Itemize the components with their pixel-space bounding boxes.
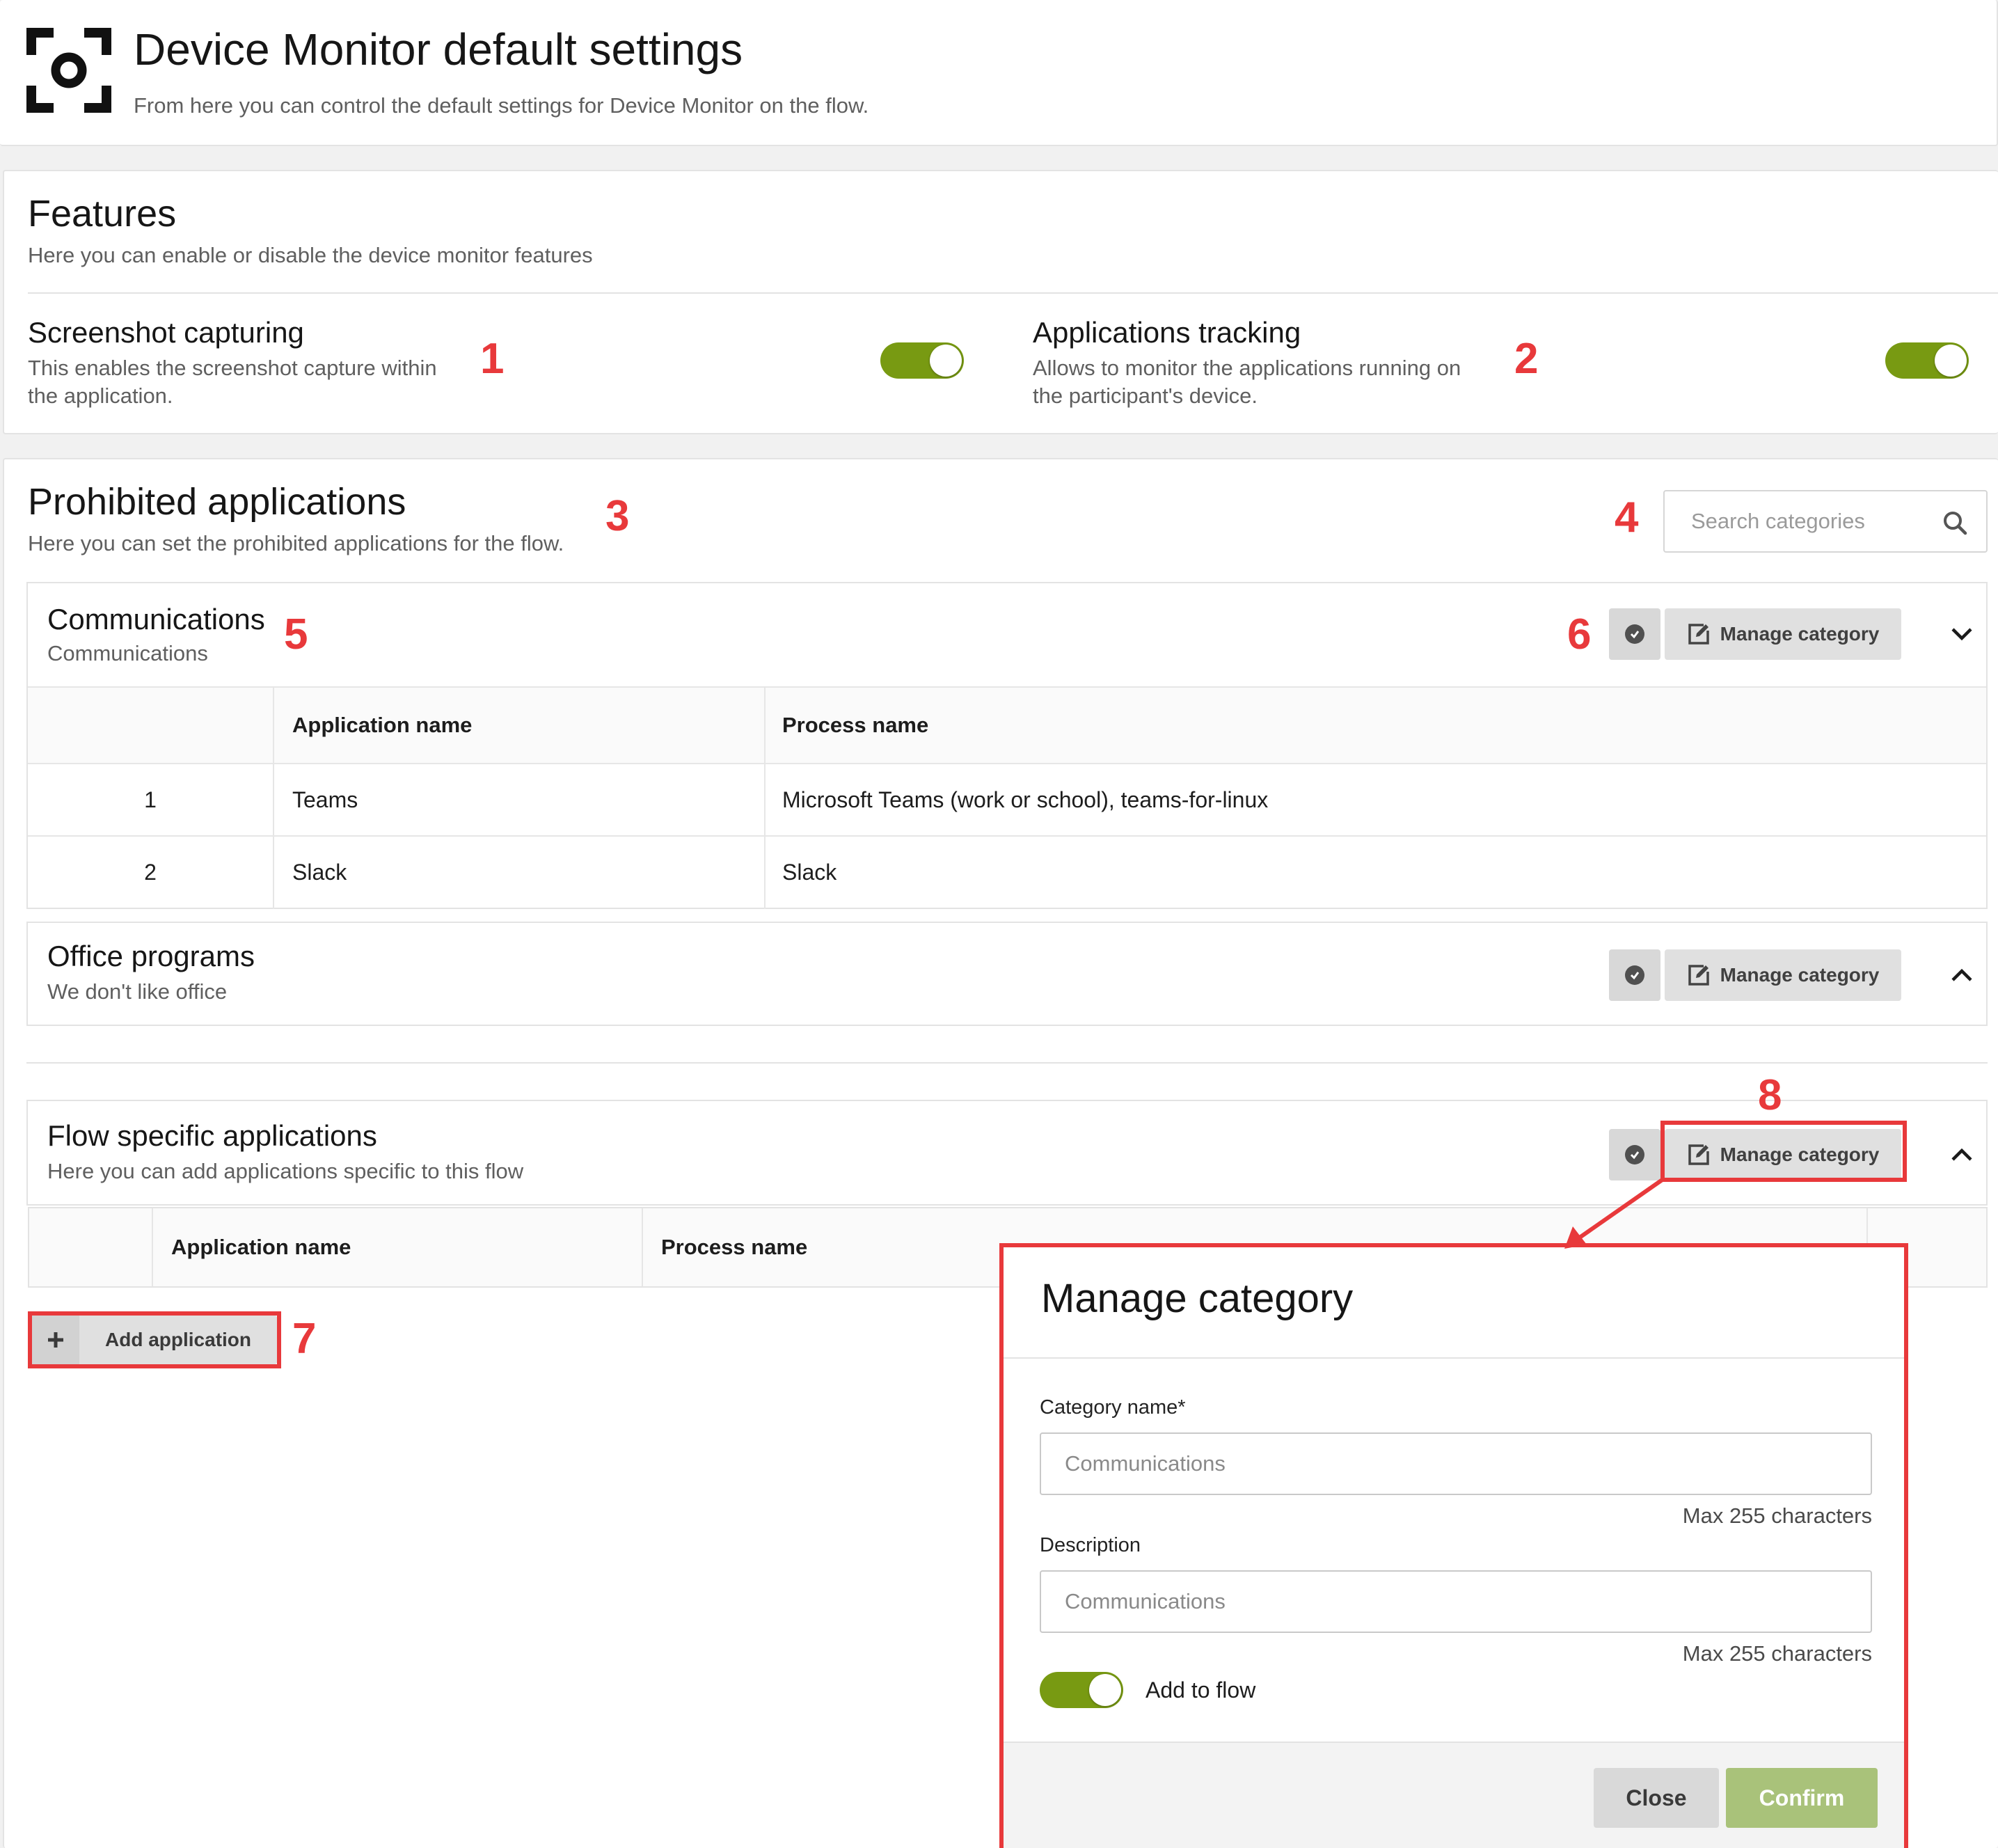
features-subtitle: Here you can enable or disable the devic… (28, 243, 593, 267)
chevron-up-icon (1951, 968, 1972, 981)
apps-tracking-title: Applications tracking (1033, 316, 1301, 349)
activate-category-button[interactable] (1609, 1129, 1660, 1180)
features-title: Features (28, 193, 177, 235)
column-application-name: Application name (171, 1235, 351, 1259)
highlight-add-application (28, 1311, 281, 1368)
features-divider (28, 292, 1998, 294)
annotation-arrow (1564, 1177, 1665, 1249)
column-application-name: Application name (292, 713, 473, 737)
activate-category-button[interactable] (1609, 949, 1660, 1001)
page-subtitle: From here you can control the default se… (134, 93, 869, 118)
table-header-row: Application name Process name (28, 686, 1986, 763)
row-index: 1 (144, 787, 157, 812)
expand-category-button[interactable] (1944, 958, 1979, 993)
row-application-name: Teams (292, 787, 358, 812)
apps-tracking-toggle[interactable] (1885, 342, 1969, 379)
column-index (29, 1208, 152, 1286)
toggle-knob (930, 345, 962, 377)
annotation-1: 1 (480, 335, 505, 383)
category-name: Communications (47, 603, 265, 635)
edit-icon (1688, 624, 1709, 645)
check-circle-icon (1625, 965, 1644, 985)
annotation-6: 6 (1567, 610, 1592, 658)
prohibited-title: Prohibited applications (28, 481, 406, 523)
manage-category-label: Manage category (1720, 623, 1880, 645)
screenshot-feature-desc-1: This enables the screenshot capture with… (28, 356, 437, 380)
prohibited-subtitle: Here you can set the prohibited applicat… (28, 531, 564, 555)
column-index (28, 688, 273, 763)
row-index: 2 (144, 859, 157, 885)
apps-tracking-desc-1: Allows to monitor the applications runni… (1033, 356, 1461, 380)
page-title: Device Monitor default settings (134, 24, 743, 74)
column-divider (152, 1208, 153, 1286)
annotation-3: 3 (605, 492, 630, 540)
category-name: Office programs (47, 940, 255, 972)
check-circle-icon (1625, 1145, 1644, 1164)
screenshot-feature-title: Screenshot capturing (28, 316, 304, 349)
category-description: We don't like office (47, 979, 228, 1004)
manage-category-label: Manage category (1720, 964, 1880, 986)
row-application-name: Slack (292, 859, 347, 885)
communications-table: Application name Process name 1 Teams Mi… (28, 686, 1986, 909)
screenshot-feature-desc-2: the application. (28, 384, 173, 408)
expand-category-button[interactable] (1944, 1137, 1979, 1172)
column-divider (273, 686, 274, 909)
table-row: 2 Slack Slack (28, 835, 1986, 908)
highlight-manage-category (1660, 1121, 1907, 1182)
apps-tracking-desc-2: the participant's device. (1033, 384, 1258, 408)
collapse-category-button[interactable] (1944, 617, 1979, 651)
header-panel: Device Monitor default settings From her… (0, 0, 1998, 146)
device-monitor-icon (26, 28, 111, 113)
category-description: Communications (47, 641, 208, 665)
manage-category-button[interactable]: Manage category (1665, 608, 1901, 660)
activate-category-button[interactable] (1609, 608, 1660, 660)
column-process-name: Process name (782, 713, 929, 737)
annotation-4: 4 (1615, 493, 1639, 542)
search-placeholder: Search categories (1691, 509, 1865, 533)
category-description: Here you can add applications specific t… (47, 1159, 524, 1183)
section-divider (26, 1062, 1988, 1064)
column-divider (642, 1208, 643, 1286)
row-process-name: Microsoft Teams (work or school), teams-… (782, 787, 1269, 812)
features-panel: Features Here you can enable or disable … (3, 170, 1998, 434)
search-icon[interactable] (1942, 510, 1968, 536)
category-communications: Communications Communications Manage cat… (26, 582, 1988, 909)
category-name: Flow specific applications (47, 1119, 377, 1152)
column-process-name: Process name (661, 1235, 808, 1259)
chevron-up-icon (1951, 1148, 1972, 1161)
category-office-programs: Office programs We don't like office Man… (26, 922, 1988, 1026)
column-divider (764, 686, 766, 909)
row-process-name: Slack (782, 859, 837, 885)
check-circle-icon (1625, 624, 1644, 644)
toggle-knob (1935, 345, 1967, 377)
annotation-5: 5 (284, 610, 308, 658)
screenshot-toggle[interactable] (880, 342, 964, 379)
highlight-modal (999, 1243, 1908, 1848)
annotation-7: 7 (292, 1315, 317, 1363)
table-row: 1 Teams Microsoft Teams (work or school)… (28, 763, 1986, 835)
manage-category-button[interactable]: Manage category (1665, 949, 1901, 1001)
edit-icon (1688, 965, 1709, 986)
annotation-2: 2 (1514, 335, 1539, 383)
chevron-down-icon (1951, 628, 1972, 641)
search-categories-input[interactable]: Search categories (1663, 490, 1988, 553)
annotation-8: 8 (1758, 1071, 1782, 1119)
